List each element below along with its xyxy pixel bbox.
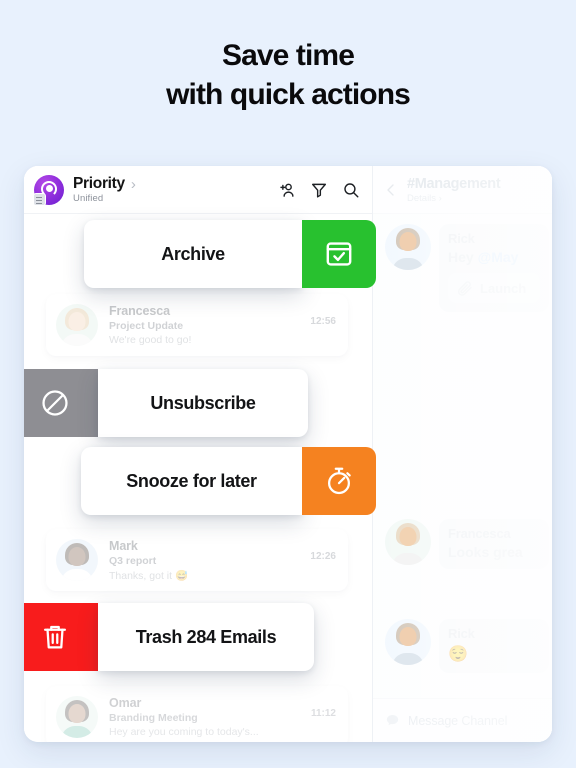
- quick-action-tile-snooze[interactable]: [302, 447, 376, 515]
- mail-subject: Branding Meeting: [109, 712, 198, 724]
- quick-action-trash[interactable]: Trash 284 Emails: [24, 603, 314, 671]
- message-text: Looks grea: [448, 544, 523, 560]
- trash-can-icon: [44, 625, 66, 649]
- add-person-icon[interactable]: [278, 181, 296, 199]
- avatar-mark: [56, 539, 98, 581]
- channel-title: #Management: [407, 175, 501, 192]
- message-sender: Francesca: [448, 526, 511, 541]
- mail-preview: Hey are you coming to today's...: [109, 726, 259, 738]
- quick-action-tile-trash[interactable]: [24, 603, 98, 671]
- attachment-name: Launch: [480, 280, 527, 296]
- headline-line-1: Save time: [222, 39, 355, 72]
- page-title: Save time with quick actions: [0, 36, 576, 114]
- chevron-right-icon: ›: [438, 192, 442, 203]
- mail-subject: Project Update: [109, 320, 184, 332]
- channel-details-label: Details: [407, 192, 437, 204]
- mailbox-title: Priority: [73, 175, 125, 192]
- screen-root: Save time with quick actions Priority › …: [0, 0, 576, 768]
- quick-action-label[interactable]: Unsubscribe: [98, 369, 308, 437]
- mail-row-mark[interactable]: Mark Q3 report Thanks, got it 😅 12:26: [46, 529, 348, 591]
- message-rick-2[interactable]: Rick 😌: [385, 619, 549, 673]
- archive-box-check-icon: [326, 242, 352, 266]
- mail-text: Francesca Project Update We're good to g…: [109, 304, 304, 346]
- quick-action-unsubscribe[interactable]: Unsubscribe: [24, 369, 308, 437]
- quick-action-tile-archive[interactable]: [302, 220, 376, 288]
- message-input-placeholder: Message Channel: [408, 713, 508, 728]
- quick-action-label[interactable]: Snooze for later: [81, 447, 302, 515]
- mailbox-title-block: Priority › Unified: [73, 175, 136, 204]
- message-bubble: Francesca Looks grea: [439, 519, 549, 569]
- mail-subject: Q3 report: [109, 554, 157, 567]
- channel-header: #Management Details ›: [373, 166, 552, 214]
- mail-row-francesca[interactable]: Francesca Project Update We're good to g…: [46, 294, 348, 356]
- message-bubble: Rick Hey @May Launch: [439, 224, 549, 312]
- quick-action-snooze[interactable]: Snooze for later: [81, 447, 376, 515]
- sender-name: Mark: [109, 538, 138, 553]
- chat-bubble-icon: [386, 715, 399, 726]
- avatar-omar: [56, 696, 98, 738]
- search-icon[interactable]: [342, 181, 360, 199]
- message-body: Hey: [448, 249, 478, 265]
- paperclip-icon: [458, 281, 472, 296]
- mailbox-header-actions: [278, 181, 360, 199]
- priority-logo-icon: [33, 174, 64, 206]
- mail-text: Omar Branding Meeting Hey are you coming…: [109, 696, 305, 738]
- avatar-francesca: [385, 519, 431, 565]
- message-emoji: 😌: [448, 646, 468, 663]
- quick-action-label[interactable]: Trash 284 Emails: [98, 603, 314, 671]
- message-rick-1[interactable]: Rick Hey @May Launch: [385, 224, 549, 312]
- sender-name: Francesca: [109, 304, 170, 318]
- mail-time: 11:12: [310, 708, 336, 719]
- stopwatch-icon: [327, 467, 351, 495]
- sender-name: Omar: [109, 696, 142, 710]
- mailbox-subtitle: Unified: [73, 193, 104, 204]
- channel-title-block: #Management Details ›: [407, 175, 501, 204]
- avatar-francesca: [56, 304, 98, 346]
- mailbox-header: Priority › Unified: [24, 166, 372, 214]
- message-mention[interactable]: @May: [478, 249, 519, 265]
- mail-row-omar[interactable]: Omar Branding Meeting Hey are you coming…: [46, 686, 348, 742]
- mail-time: 12:26: [310, 551, 336, 562]
- avatar-rick: [385, 224, 431, 270]
- message-sender: Rick: [448, 626, 475, 641]
- chevron-left-icon[interactable]: [383, 182, 399, 198]
- quick-action-archive[interactable]: Archive: [84, 220, 376, 288]
- message-text: Hey @May: [448, 249, 540, 265]
- message-attachment[interactable]: Launch: [448, 273, 540, 303]
- mail-preview: We're good to go!: [109, 334, 192, 346]
- filter-icon[interactable]: [310, 181, 328, 199]
- avatar-rick: [385, 619, 431, 665]
- prohibition-icon: [42, 390, 68, 416]
- message-composer[interactable]: Message Channel: [373, 698, 552, 742]
- channel-pane: #Management Details › Rick Hey @May Laun…: [372, 166, 552, 742]
- channel-subtitle[interactable]: Details ›: [407, 193, 500, 204]
- message-sender: Rick: [448, 231, 475, 246]
- quick-action-tile-unsubscribe[interactable]: [24, 369, 98, 437]
- message-francesca[interactable]: Francesca Looks grea: [385, 519, 549, 569]
- mail-time: 12:56: [310, 316, 336, 327]
- app-window: Priority › Unified Francesca Project Upd…: [24, 166, 552, 742]
- quick-action-label[interactable]: Archive: [84, 220, 302, 288]
- message-list: Rick Hey @May Launch Francesca Looks gre…: [373, 214, 552, 698]
- chevron-right-icon[interactable]: ›: [131, 177, 136, 192]
- message-bubble: Rick 😌: [439, 619, 549, 673]
- mail-preview: Thanks, got it 😅: [109, 569, 189, 582]
- headline-line-2: with quick actions: [166, 78, 411, 111]
- mail-text: Mark Q3 report Thanks, got it 😅: [109, 539, 304, 582]
